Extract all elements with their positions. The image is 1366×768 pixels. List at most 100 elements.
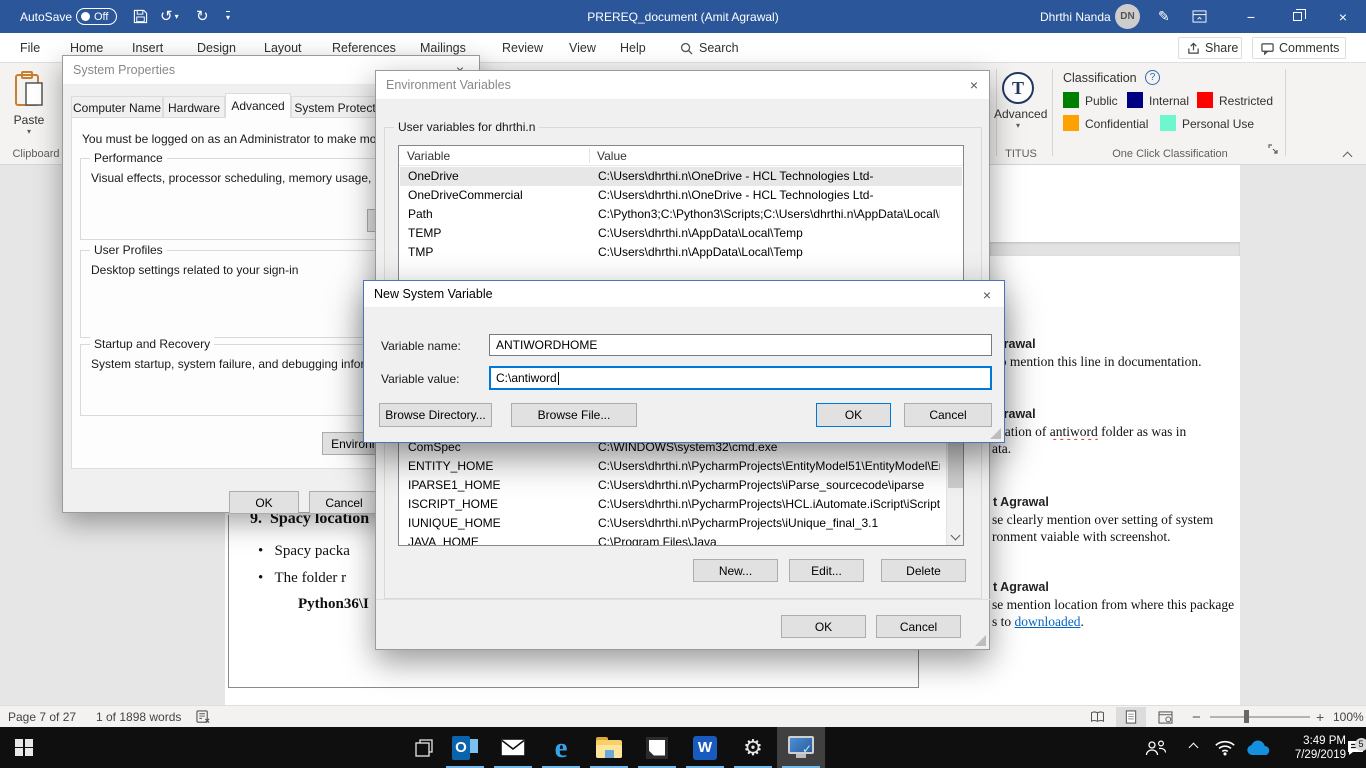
- taskbar-clock[interactable]: 3:49 PM 7/29/2019: [1276, 727, 1346, 768]
- list-row-onedrive[interactable]: OneDriveC:\Users\dhrthi.n\OneDrive - HCL…: [400, 167, 962, 186]
- word-count[interactable]: 1 of 1898 words: [96, 706, 181, 728]
- zoom-slider-track[interactable]: [1210, 716, 1310, 718]
- classification-internal-swatch[interactable]: [1127, 92, 1143, 108]
- read-mode-icon[interactable]: [1082, 707, 1112, 727]
- undo-icon[interactable]: ↺▾: [160, 0, 179, 33]
- restore-button[interactable]: [1280, 0, 1314, 33]
- minimize-button[interactable]: −: [1234, 0, 1268, 33]
- cancel-button[interactable]: Cancel: [876, 615, 961, 638]
- zoom-slider-thumb[interactable]: [1244, 710, 1249, 723]
- comment-text[interactable]: se clearly mention over setting of syste…: [992, 512, 1238, 528]
- comments-button[interactable]: Comments: [1252, 37, 1346, 59]
- comment-text[interactable]: ocation of antiword folder as was in: [992, 424, 1238, 440]
- comment-text[interactable]: se mention location from where this pack…: [992, 597, 1238, 613]
- ok-button[interactable]: OK: [781, 615, 866, 638]
- list-row-iunique-home[interactable]: IUNIQUE_HOMEC:\Users\dhrthi.n\PycharmPro…: [400, 514, 962, 533]
- edit-button[interactable]: Edit...: [789, 559, 864, 582]
- close-icon[interactable]: ×: [961, 74, 987, 96]
- delete-button[interactable]: Delete: [881, 559, 966, 582]
- comment-author[interactable]: grawal: [996, 337, 1236, 351]
- action-center-icon[interactable]: 5: [1344, 727, 1366, 768]
- column-divider[interactable]: [589, 148, 590, 163]
- redo-icon[interactable]: ↻: [196, 0, 209, 33]
- classification-confidential-label[interactable]: Confidential: [1085, 117, 1148, 131]
- column-variable[interactable]: Variable: [407, 149, 450, 163]
- classification-internal-label[interactable]: Internal: [1149, 94, 1189, 108]
- account-name[interactable]: Dhrthi Nanda: [1040, 0, 1111, 33]
- classification-restricted-label[interactable]: Restricted: [1219, 94, 1273, 108]
- taskbar-word[interactable]: W: [681, 727, 729, 768]
- taskbar-file-explorer[interactable]: [585, 727, 633, 768]
- ok-button[interactable]: OK: [229, 491, 299, 514]
- paste-button[interactable]: Paste ▾: [12, 71, 46, 136]
- taskbar-notes-app[interactable]: [633, 727, 681, 768]
- comment-author[interactable]: t Agrawal: [993, 495, 1233, 509]
- ink-pen-icon[interactable]: ✎: [1158, 0, 1170, 33]
- ok-button[interactable]: OK: [816, 403, 891, 427]
- comment-text[interactable]: ata.: [992, 441, 1232, 457]
- variable-name-input[interactable]: ANTIWORDHOME: [489, 334, 992, 356]
- browse-file-button[interactable]: Browse File...: [511, 403, 637, 427]
- titus-advanced-icon[interactable]: T: [1002, 72, 1034, 104]
- list-row-tmp[interactable]: TMPC:\Users\dhrthi.n\AppData\Local\Temp: [400, 243, 962, 262]
- tab-file[interactable]: File: [18, 33, 42, 63]
- comment-author[interactable]: grawal: [996, 407, 1236, 421]
- document-bullet-1[interactable]: • Spacy packa: [258, 543, 378, 560]
- list-row-temp[interactable]: TEMPC:\Users\dhrthi.n\AppData\Local\Temp: [400, 224, 962, 243]
- proofing-icon[interactable]: [196, 706, 211, 728]
- comment-text[interactable]: to mention this line in documentation.: [996, 354, 1238, 370]
- list-row-iscript-home[interactable]: ISCRIPT_HOMEC:\Users\dhrthi.n\PycharmPro…: [400, 495, 962, 514]
- taskbar-settings[interactable]: ⚙: [729, 727, 777, 768]
- classification-personal-swatch[interactable]: [1160, 115, 1176, 131]
- list-header[interactable]: Variable Value: [399, 146, 963, 166]
- tab-computer-name[interactable]: Computer Name: [71, 96, 163, 118]
- zoom-out-button[interactable]: −: [1192, 706, 1201, 728]
- document-bullet-2[interactable]: • The folder r: [258, 570, 378, 587]
- comment-text[interactable]: s to downloaded.: [992, 614, 1238, 630]
- titus-advanced-label[interactable]: Advanced: [994, 107, 1046, 121]
- close-button[interactable]: ×: [1326, 0, 1360, 33]
- avatar[interactable]: DN: [1115, 0, 1140, 33]
- wifi-icon[interactable]: [1210, 727, 1240, 768]
- page-indicator[interactable]: Page 7 of 27: [8, 706, 76, 728]
- classification-public-label[interactable]: Public: [1085, 94, 1118, 108]
- tab-help[interactable]: Help: [618, 33, 648, 63]
- collapse-ribbon-icon[interactable]: [1344, 147, 1351, 165]
- web-layout-icon[interactable]: [1150, 707, 1180, 727]
- ribbon-search[interactable]: Search: [678, 33, 741, 63]
- customize-qat-icon[interactable]: ▾: [226, 0, 230, 33]
- downloaded-link[interactable]: downloaded: [1015, 614, 1081, 629]
- browse-directory-button[interactable]: Browse Directory...: [379, 403, 492, 427]
- taskbar-system-properties[interactable]: ✓: [777, 727, 825, 768]
- classification-public-swatch[interactable]: [1063, 92, 1079, 108]
- resize-grip[interactable]: [975, 635, 986, 646]
- cancel-button[interactable]: Cancel: [309, 491, 379, 514]
- taskbar-edge[interactable]: e: [537, 727, 585, 768]
- tab-hardware[interactable]: Hardware: [163, 96, 225, 118]
- taskbar-mail[interactable]: [489, 727, 537, 768]
- cancel-button[interactable]: Cancel: [904, 403, 992, 427]
- start-button[interactable]: [0, 727, 48, 768]
- list-row-java-home[interactable]: JAVA_HOMEC:\Program Files\Java: [400, 533, 962, 546]
- autosave-toggle[interactable]: Off: [76, 0, 117, 33]
- classification-restricted-swatch[interactable]: [1197, 92, 1213, 108]
- comment-text[interactable]: ronment vaiable with screenshot.: [992, 529, 1238, 545]
- share-button[interactable]: Share: [1178, 37, 1242, 59]
- task-view-button[interactable]: [402, 727, 446, 768]
- list-row-entity-home[interactable]: ENTITY_HOMEC:\Users\dhrthi.n\PycharmProj…: [400, 457, 962, 476]
- list-row-iparse1-home[interactable]: IPARSE1_HOMEC:\Users\dhrthi.n\PycharmPro…: [400, 476, 962, 495]
- show-hidden-icons-chevron[interactable]: [1180, 727, 1206, 768]
- people-icon[interactable]: [1140, 727, 1172, 768]
- list-row-path[interactable]: PathC:\Python3;C:\Python3\Scripts;C:\Use…: [400, 205, 962, 224]
- taskbar-outlook[interactable]: O: [441, 727, 489, 768]
- save-icon[interactable]: [133, 0, 148, 33]
- dialog-launcher-icon[interactable]: [1268, 144, 1278, 154]
- ribbon-display-options-icon[interactable]: [1192, 0, 1207, 33]
- scroll-down-icon[interactable]: [947, 528, 964, 545]
- zoom-level[interactable]: 100%: [1333, 706, 1364, 728]
- tab-advanced[interactable]: Advanced: [225, 93, 291, 118]
- close-icon[interactable]: ×: [974, 284, 1000, 306]
- column-value[interactable]: Value: [597, 149, 627, 163]
- onedrive-icon[interactable]: [1242, 727, 1274, 768]
- tab-view[interactable]: View: [567, 33, 598, 63]
